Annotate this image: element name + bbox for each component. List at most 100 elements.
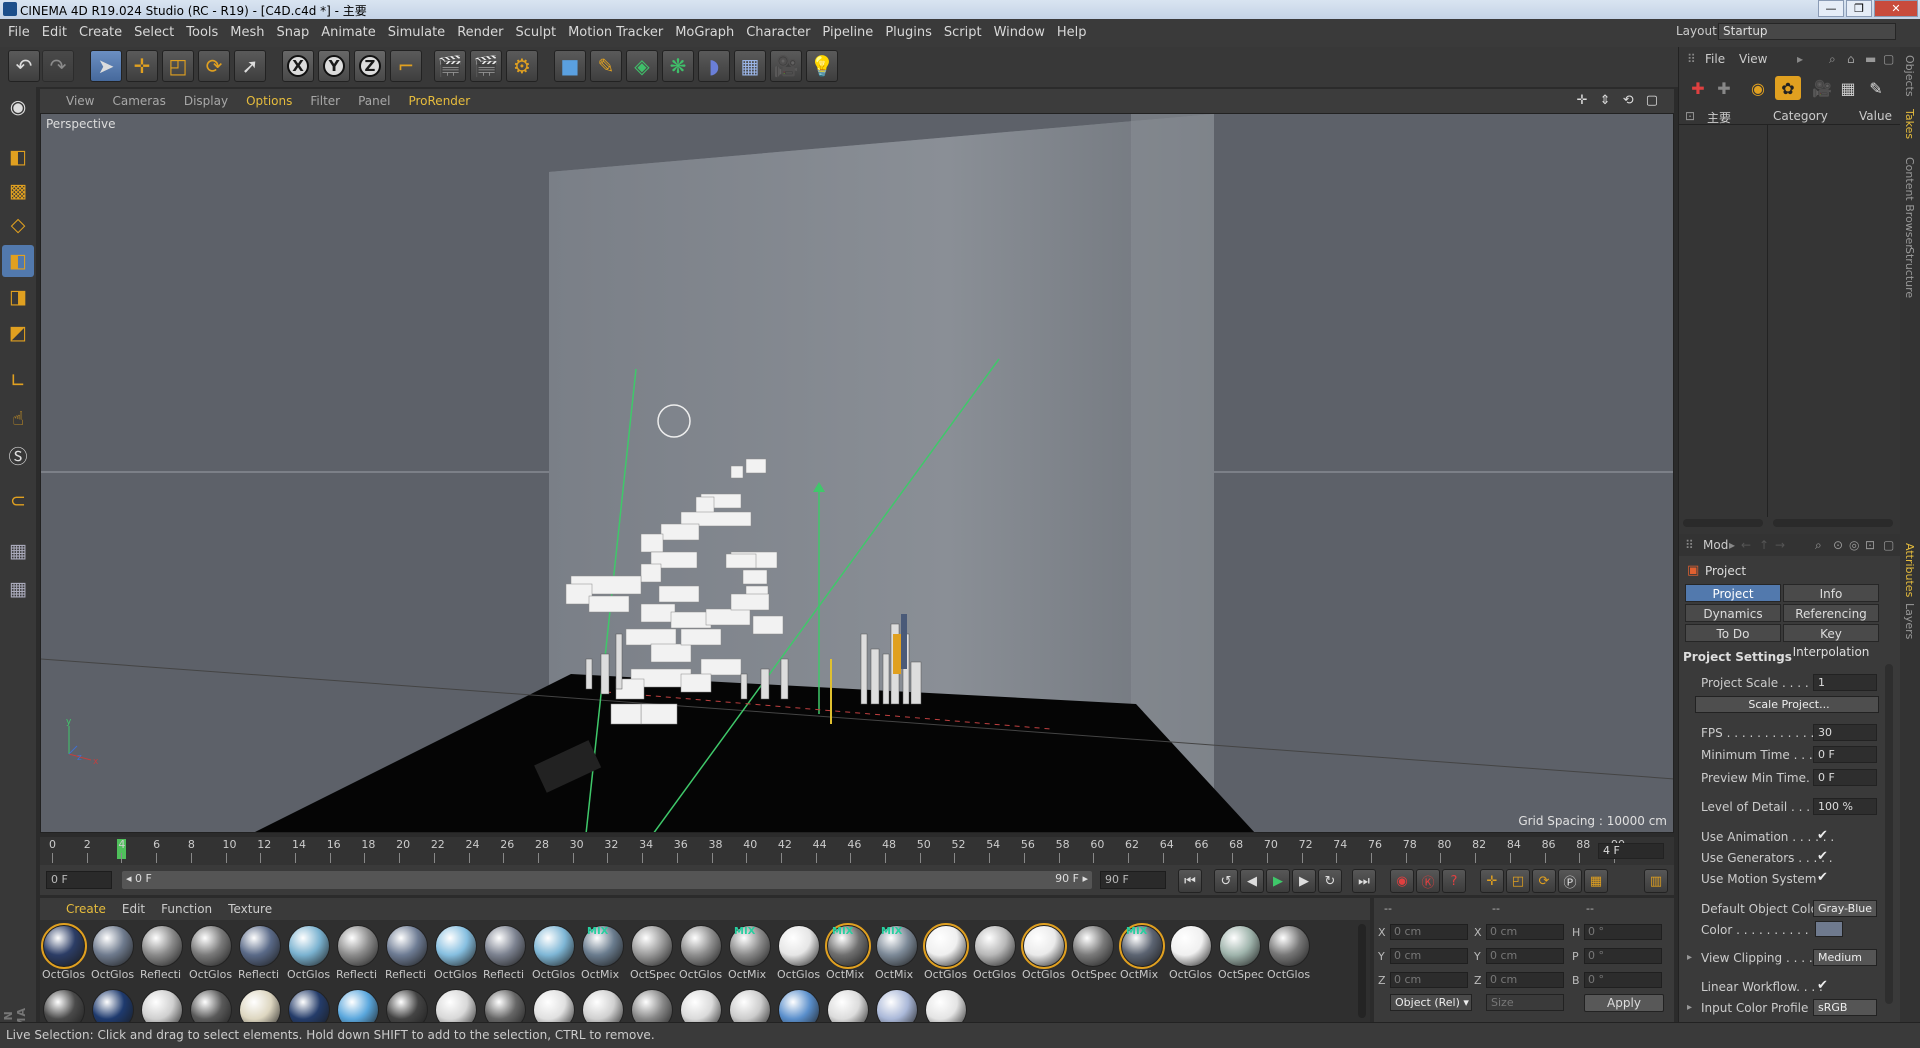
menu-plugins[interactable]: Plugins [879,19,938,47]
object-menu-file[interactable]: File [1705,52,1725,66]
override-icon[interactable]: ✿ [1775,76,1801,100]
material-swatch[interactable] [42,988,86,1022]
history-icon[interactable]: ⊡ [1865,538,1875,552]
menu-pipeline[interactable]: Pipeline [816,19,879,47]
timeline-ruler[interactable]: 0 2 4 6 8 10 12 14 16 18 20 22 24 26 28 30 32 34 36 38 40 42 4… [40,837,1674,865]
menu-sculpt[interactable]: Sculpt [509,19,562,47]
material-menu-texture[interactable]: Texture [220,898,280,920]
viewport-menu-cameras[interactable]: Cameras [103,89,174,113]
auto-take-icon[interactable]: ◉ [1745,76,1771,100]
tab-referencing[interactable]: Referencing [1783,604,1879,622]
menu-snap[interactable]: Snap [271,19,316,47]
material-swatch[interactable] [777,988,821,1022]
material-swatch[interactable] [728,988,772,1022]
coord-pos-x-field[interactable]: 0 cm [1390,924,1468,940]
recent-tools-icon[interactable]: ➚ [234,50,266,82]
tab-content-browser[interactable]: Content Browser [1903,157,1916,249]
material-swatch[interactable]: Reflecti [238,924,282,984]
take-camera-icon[interactable]: 🎥 [1809,76,1835,100]
new-panel-icon[interactable]: ▢ [1883,538,1894,552]
coord-pos-z-field[interactable]: 0 cm [1390,972,1468,988]
menu-animate[interactable]: Animate [315,19,381,47]
preview-min-time-field[interactable]: 0 F [1813,769,1877,786]
add-take-icon[interactable]: ✚ [1685,76,1711,100]
z-axis-lock-button[interactable]: Z [354,50,386,82]
home-icon[interactable]: ⌂ [1847,52,1855,66]
value-column-header[interactable]: Value [1859,109,1892,123]
next-key-icon[interactable]: ↻ [1318,869,1342,893]
scale-icon[interactable]: ◰ [162,50,194,82]
category-column-header[interactable]: Category [1773,109,1828,123]
model-mode-icon[interactable]: ◧ [2,141,34,173]
material-swatch[interactable]: MIX OctMix [728,924,772,984]
attributes-scrollbar[interactable] [1885,664,1893,1004]
horizontal-scrollbar-right[interactable] [1773,519,1893,527]
project-scale-field[interactable]: 1 [1813,674,1877,691]
menu-motion-tracker[interactable]: Motion Tracker [562,19,669,47]
material-swatch[interactable] [385,988,429,1022]
tab-project-settings[interactable]: Project Settings [1685,584,1781,619]
lock-icon[interactable]: ⊙ [1833,538,1843,552]
material-swatch[interactable]: MIX OctMix [1119,923,1165,984]
coord-rot-h-field[interactable]: 0 ° [1584,924,1662,940]
render-view-icon[interactable]: 🎬 [434,50,466,82]
color-swatch[interactable] [1815,921,1843,937]
new-panel-icon[interactable]: ▢ [1883,52,1894,66]
material-swatch[interactable]: OctGlos [41,923,87,984]
take-tools-icon[interactable]: ✎ [1863,76,1889,100]
material-swatch[interactable] [679,988,723,1022]
main-take-label[interactable]: 主要 [1707,109,1731,126]
material-swatch[interactable] [483,988,527,1022]
material-list-scrollbar[interactable] [1358,924,1366,1018]
material-swatch[interactable] [189,988,233,1022]
material-swatch[interactable] [91,988,135,1022]
coord-pos-y-field[interactable]: 0 cm [1390,948,1468,964]
texture-mode-icon[interactable]: ▩ [2,175,34,207]
level-of-detail-field[interactable]: 100 % [1813,798,1877,815]
material-swatch[interactable]: OctGlos [1267,924,1311,984]
coord-size-y-field[interactable]: 0 cm [1486,948,1564,964]
material-swatch[interactable]: OctGlos [973,924,1017,984]
redo-icon[interactable]: ↷ [42,50,74,82]
material-swatch[interactable]: OctSpec [630,924,676,984]
material-swatch[interactable] [630,988,674,1022]
use-animation-checkbox[interactable]: ✔ [1817,828,1828,843]
rotate-icon[interactable]: ⟳ [198,50,230,82]
close-button[interactable]: ✕ [1874,0,1918,17]
material-menu-edit[interactable]: Edit [114,898,153,920]
menu-character[interactable]: Character [740,19,816,47]
expand-icon[interactable]: ⊡ [1685,109,1695,123]
axis-mode-icon[interactable]: ∟ [2,365,34,397]
material-swatch[interactable]: MIX OctMix [875,924,919,984]
material-swatch[interactable] [140,988,184,1022]
expand-arrow-icon[interactable]: ▸ [1687,1002,1692,1013]
material-swatch[interactable]: OctGlos [434,924,478,984]
render-settings-icon[interactable]: ⚙ [506,50,538,82]
floor-icon[interactable]: ▦ [734,50,766,82]
material-swatch[interactable]: OctGlos [777,924,821,984]
material-swatch[interactable]: OctSpec [1071,924,1117,984]
coord-rot-b-field[interactable]: 0 ° [1584,972,1662,988]
menu-simulate[interactable]: Simulate [382,19,451,47]
size-mode-select[interactable]: Size [1486,994,1564,1011]
fps-field[interactable]: 30 [1813,724,1877,741]
menu-script[interactable]: Script [938,19,988,47]
maximize-button[interactable]: ❐ [1846,0,1872,17]
pen-spline-icon[interactable]: ✎ [590,50,622,82]
tab-layers[interactable]: Layers [1903,603,1916,639]
viewport-menu-prorender[interactable]: ProRender [399,89,479,113]
coord-size-x-field[interactable]: 0 cm [1486,924,1564,940]
cube-icon[interactable]: ■ [554,50,586,82]
tab-takes[interactable]: Takes [1903,109,1916,139]
timeline-window-icon[interactable]: ▥ [1644,869,1668,893]
menu-mograph[interactable]: MoGraph [669,19,740,47]
object-menu-view[interactable]: View [1739,52,1767,66]
tab-structure[interactable]: Structure [1903,247,1916,298]
end-frame-field[interactable]: 90 F [1100,871,1166,889]
material-swatch[interactable]: OctGlos [1169,924,1213,984]
make-editable-icon[interactable]: ◉ [2,91,34,123]
tab-to-do[interactable]: To Do [1685,624,1781,642]
coord-size-z-field[interactable]: 0 cm [1486,972,1564,988]
autokey-icon[interactable]: Ⓚ [1416,869,1440,893]
deformer-icon[interactable]: ◗ [698,50,730,82]
